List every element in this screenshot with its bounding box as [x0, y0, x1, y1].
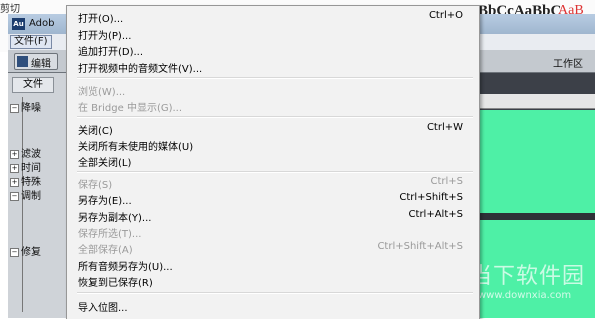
- edit-view-label: 编辑: [31, 59, 51, 70]
- expand-icon[interactable]: +: [10, 149, 19, 159]
- menu-file[interactable]: 文件(F): [10, 35, 52, 49]
- menu-item-append-open[interactable]: 追加打开(D)...: [67, 41, 479, 58]
- menu-item-save-all[interactable]: 全部保存(A) Ctrl+Shift+Alt+S: [67, 239, 479, 256]
- menu-item-import-bitmap[interactable]: 导入位图...: [67, 297, 479, 314]
- menu-separator: [77, 292, 473, 294]
- tree-item[interactable]: + 时间: [10, 159, 41, 174]
- tree-item[interactable]: − 修复: [10, 243, 41, 258]
- menu-item-close-all[interactable]: 全部关闭(L): [67, 152, 479, 169]
- menu-item-reveal-in-bridge[interactable]: 在 Bridge 中显示(G)...: [67, 97, 479, 114]
- edit-view-icon: [17, 56, 28, 67]
- menu-item-close-unused-media[interactable]: 关闭所有未使用的媒体(U): [67, 136, 479, 153]
- app-title: Adob: [29, 18, 55, 29]
- menu-item-save-copy-as[interactable]: 另存为副本(Y)... Ctrl+Alt+S: [67, 207, 479, 224]
- timeline-ruler[interactable]: [478, 94, 595, 109]
- tree-item[interactable]: + 特殊: [10, 173, 41, 188]
- file-menu-dropdown: 打开(O)... Ctrl+O 打开为(P)... 追加打开(D)... 打开视频…: [66, 5, 480, 319]
- collapse-icon[interactable]: −: [10, 191, 19, 201]
- channel-divider: [478, 213, 595, 220]
- tree-item[interactable]: + 滤波: [10, 145, 41, 160]
- menu-item-save-as[interactable]: 另存为(E)... Ctrl+Shift+S: [67, 190, 479, 207]
- workspace-label[interactable]: 工作区: [553, 55, 583, 70]
- menu-item-close[interactable]: 关闭(C) Ctrl+W: [67, 120, 479, 137]
- waveform-channel-left[interactable]: [478, 110, 595, 213]
- menu-separator: [77, 171, 473, 173]
- files-panel: 文件 − 降噪 + 滤波 + 时间 + 特殊 − 调制 − 修复: [8, 73, 75, 318]
- tab-files[interactable]: 文件: [12, 77, 54, 93]
- tree-line: [22, 97, 23, 312]
- menu-item-save-selection[interactable]: 保存所选(T)...: [67, 223, 479, 240]
- edit-view-button[interactable]: 编辑: [14, 53, 58, 70]
- expand-icon[interactable]: +: [10, 177, 19, 187]
- menu-item-browse[interactable]: 浏览(W)...: [67, 81, 479, 98]
- cut-label: 剪切: [0, 4, 20, 15]
- menu-item-open-audio-from-video[interactable]: 打开视频中的音频文件(V)...: [67, 58, 479, 75]
- tree-item[interactable]: − 降噪: [10, 99, 41, 114]
- collapse-icon[interactable]: −: [10, 247, 19, 257]
- app-logo-icon: Au: [12, 18, 25, 30]
- collapse-icon[interactable]: −: [10, 103, 19, 113]
- watermark-url: www.downxia.com: [478, 290, 572, 301]
- menu-separator: [77, 77, 473, 79]
- menu-item-save[interactable]: 保存(S) Ctrl+S: [67, 174, 479, 191]
- menu-item-open-as[interactable]: 打开为(P)...: [67, 25, 479, 42]
- menu-item-revert-to-saved[interactable]: 恢复到已保存(R): [67, 272, 479, 289]
- expand-icon[interactable]: +: [10, 163, 19, 173]
- menu-separator: [77, 116, 473, 118]
- menu-item-open[interactable]: 打开(O)... Ctrl+O: [67, 8, 479, 25]
- watermark-text: 当下软件园: [470, 264, 586, 289]
- menu-item-save-all-audio-as[interactable]: 所有音频另存为(U)...: [67, 256, 479, 273]
- tree-item[interactable]: − 调制: [10, 187, 41, 202]
